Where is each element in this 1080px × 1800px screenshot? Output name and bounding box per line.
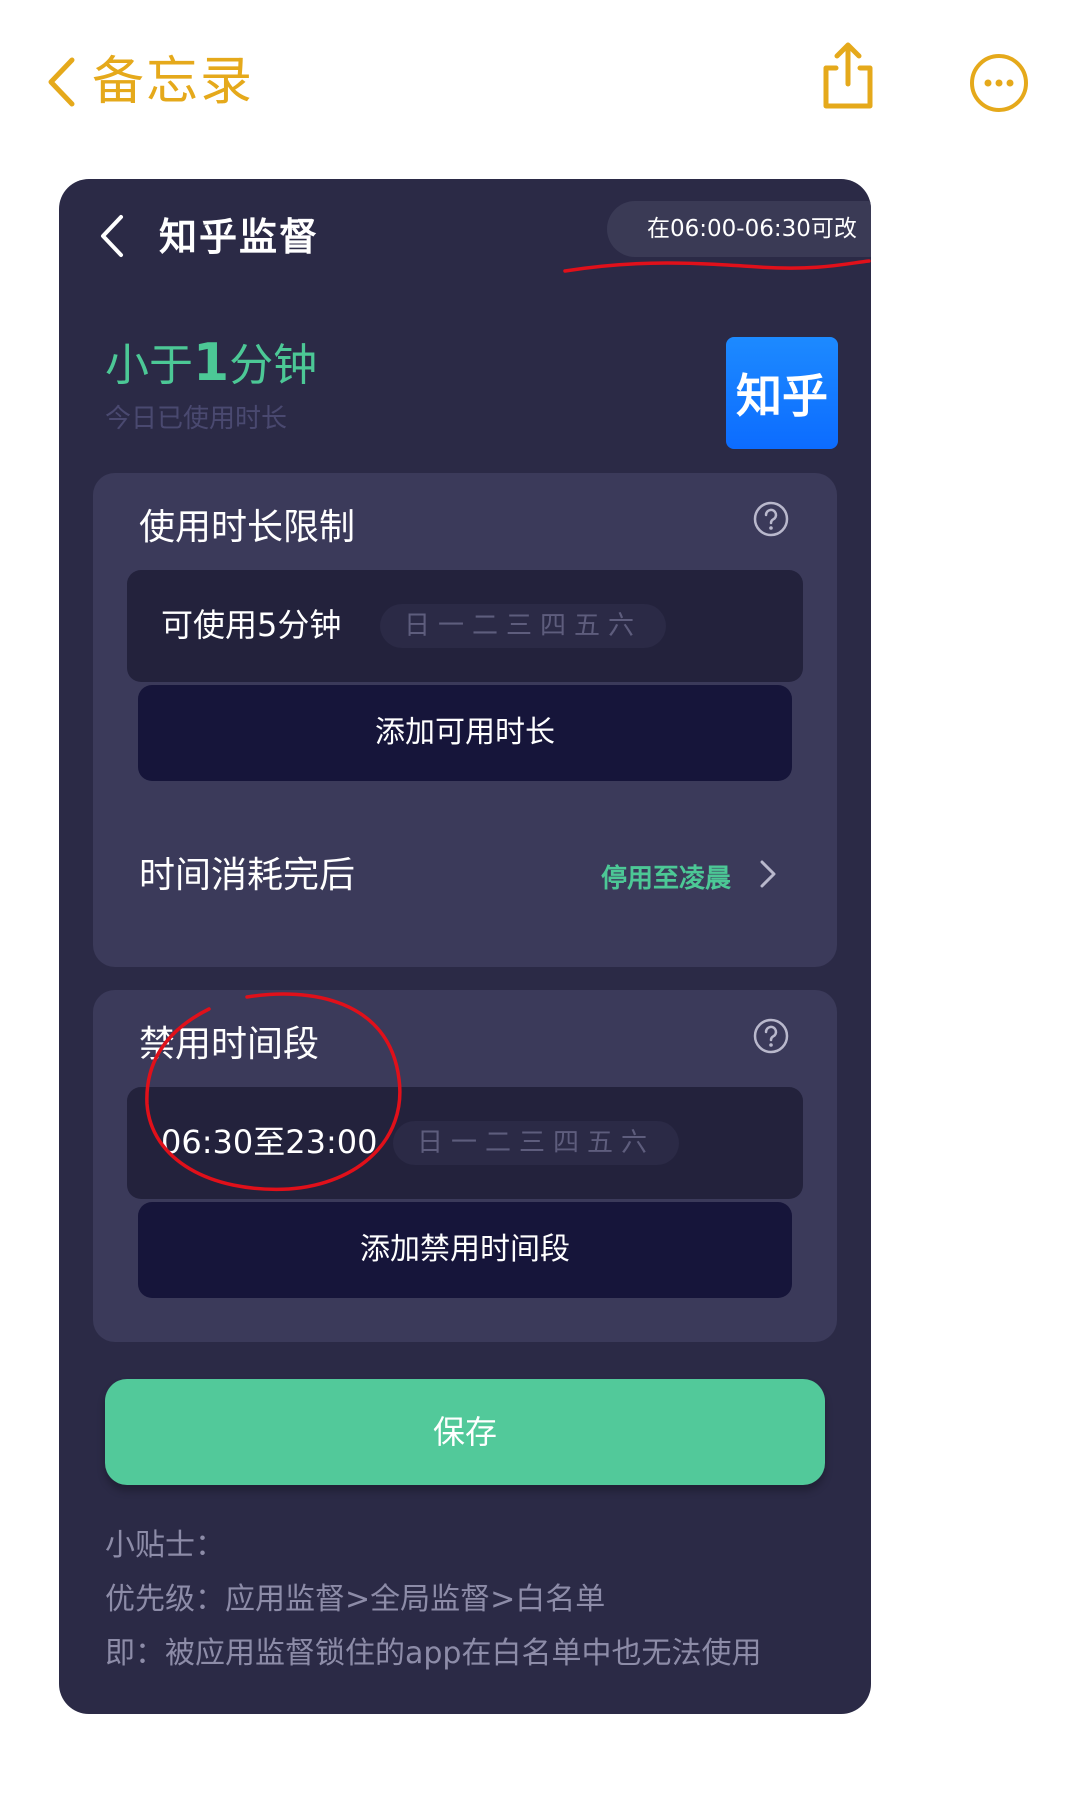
- weekday-selector: 日一二三四五六: [380, 604, 667, 648]
- after-exhausted-label: 时间消耗完后: [139, 855, 356, 896]
- duration-rule-item[interactable]: 可使用5分钟 日一二三四五六: [127, 570, 803, 682]
- usage-today-value: 小于1分钟: [105, 333, 318, 393]
- help-icon[interactable]: [753, 1018, 789, 1054]
- blocked-rule-item[interactable]: 06:30至23:00 日一二三四五六: [127, 1087, 803, 1199]
- add-blocked-period-button[interactable]: 添加禁用时间段: [138, 1202, 792, 1298]
- share-icon[interactable]: [818, 40, 878, 112]
- embedded-screenshot: 知乎监督 在06:00-06:30可改 小于1分钟 今日已使用时长 知乎 使用时…: [59, 179, 871, 1714]
- blocked-period-panel: 禁用时间段 06:30至23:00 日一二三四五六 添加禁用时间段: [93, 990, 837, 1342]
- back-to-notes-button[interactable]: 备忘录: [46, 52, 254, 112]
- zhihu-app-icon: 知乎: [726, 337, 838, 449]
- chevron-left-icon: [48, 57, 75, 107]
- weekday-selector: 日一二三四五六: [393, 1121, 680, 1165]
- add-duration-button[interactable]: 添加可用时长: [138, 685, 792, 781]
- notes-top-bar: 备忘录: [0, 0, 1080, 160]
- app-header: 知乎监督 在06:00-06:30可改: [59, 179, 871, 299]
- edit-window-badge: 在06:00-06:30可改: [607, 201, 871, 257]
- blocked-period-title: 禁用时间段: [139, 1024, 320, 1065]
- blocked-rule-text: 06:30至23:00: [161, 1123, 378, 1161]
- tips-priority: 优先级：应用监督>全局监督>白名单: [105, 1582, 606, 1617]
- after-exhausted-value[interactable]: 停用至凌晨: [601, 859, 731, 899]
- duration-rule-text: 可使用5分钟: [161, 606, 342, 644]
- page-title: 知乎监督: [159, 215, 320, 259]
- chevron-right-icon[interactable]: [759, 859, 777, 889]
- save-button[interactable]: 保存: [105, 1379, 825, 1485]
- back-label: 备忘录: [92, 52, 255, 112]
- duration-limit-panel: 使用时长限制 可使用5分钟 日一二三四五六 添加可用时长 时间消耗完后 停用至凌…: [93, 473, 837, 967]
- back-arrow-icon[interactable]: [99, 214, 125, 258]
- more-icon[interactable]: [968, 52, 1030, 114]
- help-icon[interactable]: [753, 501, 789, 537]
- usage-today-caption: 今日已使用时长: [105, 404, 288, 434]
- tips: 小贴士： 优先级：应用监督>全局监督>白名单 即：被应用监督锁住的app在白名单…: [105, 1519, 761, 1681]
- tips-heading: 小贴士：: [105, 1528, 225, 1563]
- tips-explanation: 即：被应用监督锁住的app在白名单中也无法使用: [105, 1636, 762, 1671]
- duration-limit-title: 使用时长限制: [139, 507, 356, 548]
